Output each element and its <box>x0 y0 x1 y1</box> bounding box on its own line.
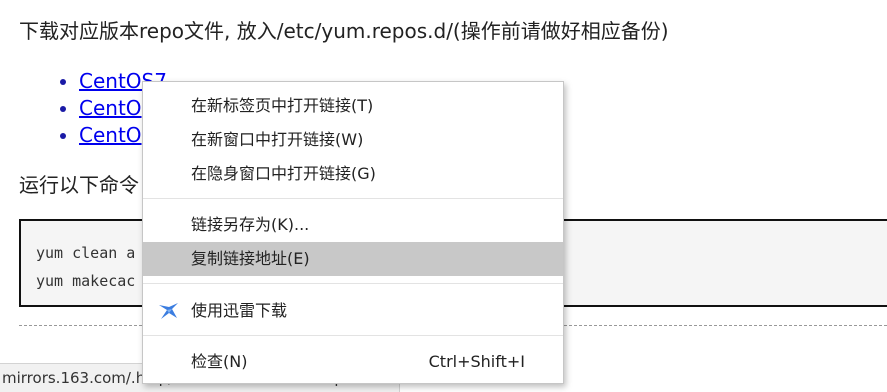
menu-separator <box>143 198 563 199</box>
menu-item-label: 使用迅雷下载 <box>191 301 288 320</box>
run-command-text: 运行以下命令 <box>19 173 139 197</box>
context-menu: 在新标签页中打开链接(T) 在新窗口中打开链接(W) 在隐身窗口中打开链接(G)… <box>142 81 564 384</box>
thunder-icon <box>159 303 178 319</box>
menu-open-new-window[interactable]: 在新窗口中打开链接(W) <box>143 123 563 157</box>
link-centos6[interactable]: CentO <box>79 96 142 120</box>
menu-save-link-as[interactable]: 链接另存为(K)... <box>143 208 563 242</box>
page-instruction: 下载对应版本repo文件, 放入/etc/yum.repos.d/(操作前请做好… <box>19 19 669 43</box>
menu-separator <box>143 335 563 336</box>
menu-item-label: 在新标签页中打开链接(T) <box>191 96 374 115</box>
menu-item-label: 链接另存为(K)... <box>191 215 310 234</box>
menu-thunder-download[interactable]: 使用迅雷下载 <box>143 294 563 328</box>
menu-open-new-tab[interactable]: 在新标签页中打开链接(T) <box>143 89 563 123</box>
link-centos5[interactable]: CentO <box>79 123 142 147</box>
menu-inspect[interactable]: 检查(N) Ctrl+Shift+I <box>143 345 563 379</box>
menu-open-incognito[interactable]: 在隐身窗口中打开链接(G) <box>143 157 563 191</box>
menu-separator <box>143 283 563 284</box>
menu-copy-link-address[interactable]: 复制链接地址(E) <box>143 242 563 276</box>
menu-item-label: 检查(N) <box>191 352 248 371</box>
menu-item-label: 在隐身窗口中打开链接(G) <box>191 164 376 183</box>
menu-item-label: 复制链接地址(E) <box>191 249 310 268</box>
menu-item-shortcut: Ctrl+Shift+I <box>428 352 525 371</box>
menu-item-label: 在新窗口中打开链接(W) <box>191 130 364 149</box>
